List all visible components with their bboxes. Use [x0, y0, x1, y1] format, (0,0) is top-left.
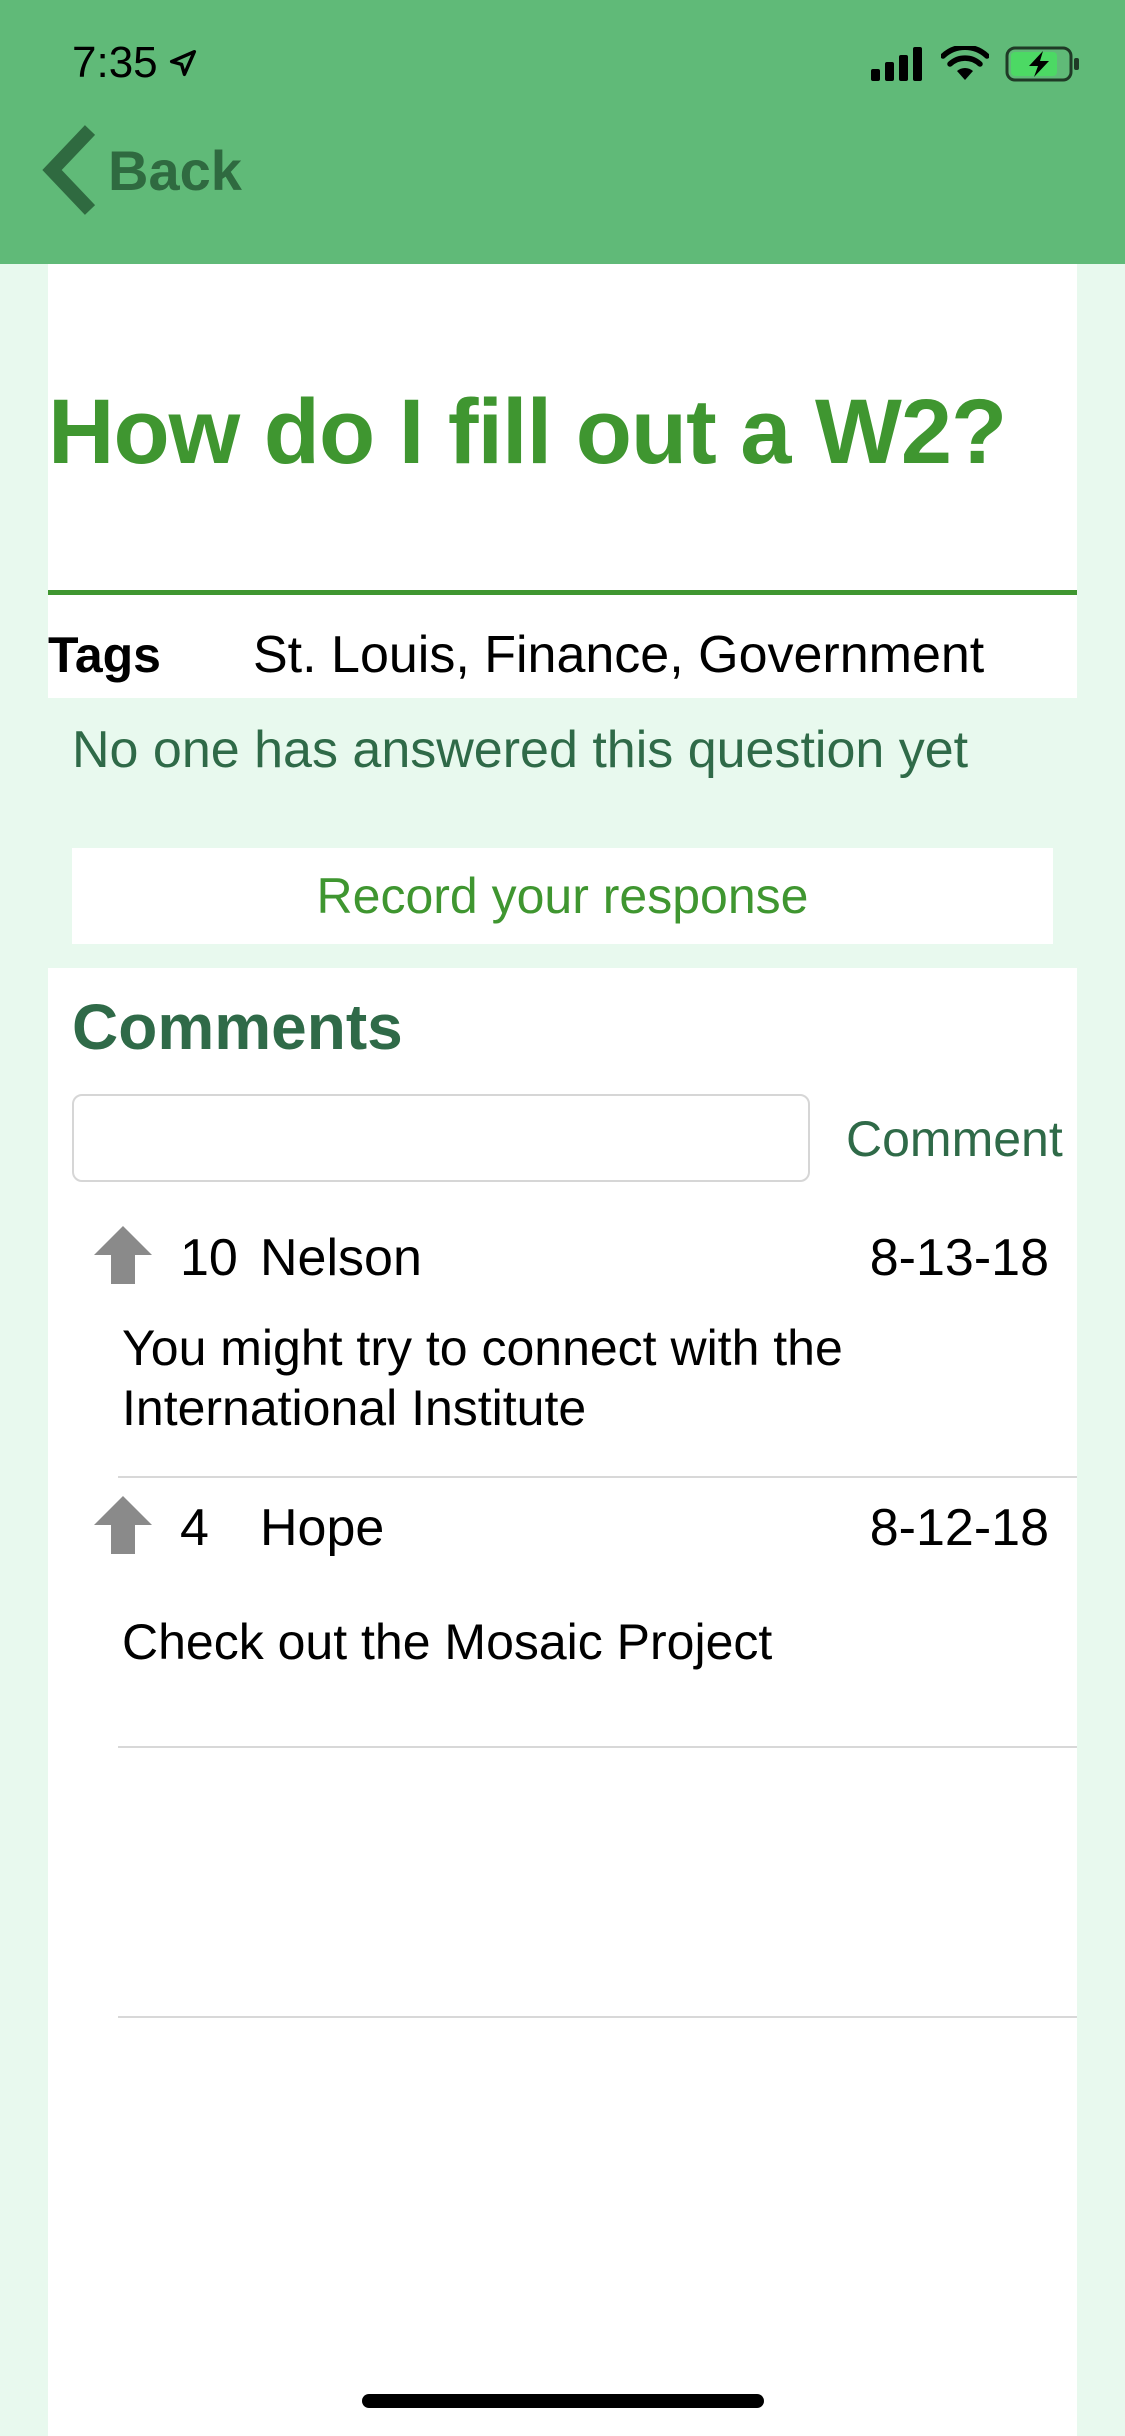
answer-section: No one has answered this question yet Re… — [48, 698, 1077, 968]
tags-label: Tags — [48, 627, 161, 683]
home-indicator[interactable] — [362, 2394, 764, 2408]
location-arrow-icon — [169, 49, 196, 77]
list-divider — [118, 2016, 1077, 2018]
status-time-label: 7:35 — [72, 38, 158, 87]
back-button-label: Back — [108, 138, 242, 202]
comment-author: Nelson — [260, 1229, 422, 1287]
status-icons — [871, 46, 1081, 82]
battery-charging-icon — [1005, 46, 1079, 82]
vote-count: 10 — [180, 1229, 238, 1287]
comment-item: 4 Hope 8-12-18 Check out the Mosaic Proj… — [48, 1478, 1077, 1746]
comment-date: 8-13-18 — [869, 1229, 1049, 1287]
upvote-arrow-icon[interactable] — [92, 1494, 154, 1556]
comment-author: Hope — [260, 1499, 385, 1557]
chevron-left-icon — [42, 125, 96, 215]
comment-header: 4 Hope 8-12-18 — [48, 1486, 1077, 1570]
comment-divider — [118, 1746, 1077, 1748]
upvote-arrow-icon[interactable] — [92, 1224, 154, 1286]
title-divider — [48, 590, 1077, 595]
comment-date: 8-12-18 — [869, 1499, 1049, 1557]
tags-value: St. Louis, Finance, Government — [253, 626, 985, 684]
nav-header: 7:35 Back — [0, 0, 1125, 264]
vote-count: 4 — [180, 1499, 209, 1557]
no-answer-message: No one has answered this question yet — [72, 721, 969, 779]
comment-input[interactable] — [72, 1094, 810, 1182]
comment-item: 10 Nelson 8-13-18 You might try to conne… — [48, 1208, 1077, 1476]
comment-header: 10 Nelson 8-13-18 — [48, 1216, 1077, 1300]
question-title: How do I fill out a W2? — [48, 381, 1007, 483]
tags-row: Tags St. Louis, Finance, Government — [48, 620, 1077, 690]
comment-body: You might try to connect with the Intern… — [122, 1320, 843, 1436]
comments-heading: Comments — [72, 991, 403, 1063]
comment-body: Check out the Mosaic Project — [122, 1614, 773, 1670]
record-response-button[interactable]: Record your response — [72, 848, 1053, 944]
wifi-icon — [941, 46, 989, 80]
status-time: 7:35 — [72, 38, 200, 88]
back-button[interactable]: Back — [38, 120, 242, 220]
comment-submit-button[interactable]: Comment — [846, 1110, 1063, 1168]
cellular-signal-icon — [871, 47, 922, 81]
